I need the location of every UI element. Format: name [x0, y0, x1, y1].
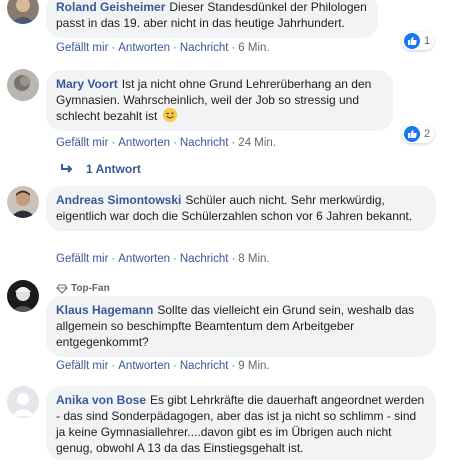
wink-emoji-icon: [162, 108, 177, 122]
message-link[interactable]: Nachricht: [180, 253, 229, 265]
comment-author[interactable]: Anika von Bose: [56, 393, 146, 407]
reply-link[interactable]: Antworten: [118, 137, 170, 149]
comment-author[interactable]: Andreas Simontowski: [56, 193, 181, 207]
avatar[interactable]: [7, 186, 39, 218]
like-icon: [404, 33, 420, 49]
reaction-count: 2: [424, 128, 431, 140]
reply-link[interactable]: Antworten: [118, 360, 170, 372]
like-icon: [404, 126, 420, 142]
top-fan-badge: Top-Fan: [56, 283, 110, 294]
like-link[interactable]: Gefällt mir: [56, 253, 108, 265]
reaction-count: 1: [424, 35, 431, 47]
like-link[interactable]: Gefällt mir: [56, 360, 108, 372]
comment-bubble: Klaus Hagemann Sollte das vielleicht ein …: [46, 296, 436, 357]
comment-bubble: Andreas Simontowski Schüler auch nicht. S…: [46, 186, 436, 231]
message-link[interactable]: Nachricht: [180, 360, 229, 372]
reply-link[interactable]: Antworten: [118, 253, 170, 265]
reaction-summary[interactable]: 1: [402, 32, 435, 50]
reply-link[interactable]: Antworten: [118, 42, 170, 54]
timestamp[interactable]: 6 Min.: [238, 42, 269, 54]
message-link[interactable]: Nachricht: [180, 42, 229, 54]
comment-author[interactable]: Klaus Hagemann: [56, 303, 153, 317]
badge-label: Top-Fan: [71, 283, 110, 294]
timestamp[interactable]: 9 Min.: [238, 360, 269, 372]
like-link[interactable]: Gefällt mir: [56, 42, 108, 54]
comment-bubble: Mary Voort Ist ja nicht ohne Grund Lehrer…: [46, 70, 393, 131]
comment-actions: Gefällt mir · Antworten · Nachricht · 24 Min.: [56, 137, 277, 149]
replies-count[interactable]: 1 Antwort: [86, 162, 141, 176]
avatar[interactable]: [7, 0, 39, 24]
comment-bubble: Roland Geisheimer Dieser Standesdünkel de…: [46, 0, 378, 38]
comment-actions: Gefällt mir · Antworten · Nachricht · 8 Min.: [56, 253, 270, 265]
comment-actions: Gefällt mir · Antworten · Nachricht · 6 Min.: [56, 42, 270, 54]
comment-author[interactable]: Mary Voort: [56, 77, 118, 91]
reply-arrow-icon: [61, 164, 73, 173]
reaction-summary[interactable]: 2: [402, 125, 435, 143]
avatar[interactable]: [7, 386, 39, 418]
timestamp[interactable]: 24 Min.: [238, 137, 276, 149]
diamond-icon: [56, 284, 68, 294]
comment-author[interactable]: Roland Geisheimer: [56, 0, 165, 14]
comment-bubble: Anika von Bose Es gibt Lehrkräfte die dau…: [46, 386, 436, 460]
like-link[interactable]: Gefällt mir: [56, 137, 108, 149]
view-replies-link[interactable]: 1 Antwort: [60, 162, 141, 176]
avatar[interactable]: [7, 69, 39, 101]
comment-actions: Gefällt mir · Antworten · Nachricht · 9 Min.: [56, 360, 270, 372]
timestamp[interactable]: 8 Min.: [238, 253, 269, 265]
avatar[interactable]: [7, 280, 39, 312]
message-link[interactable]: Nachricht: [180, 137, 229, 149]
